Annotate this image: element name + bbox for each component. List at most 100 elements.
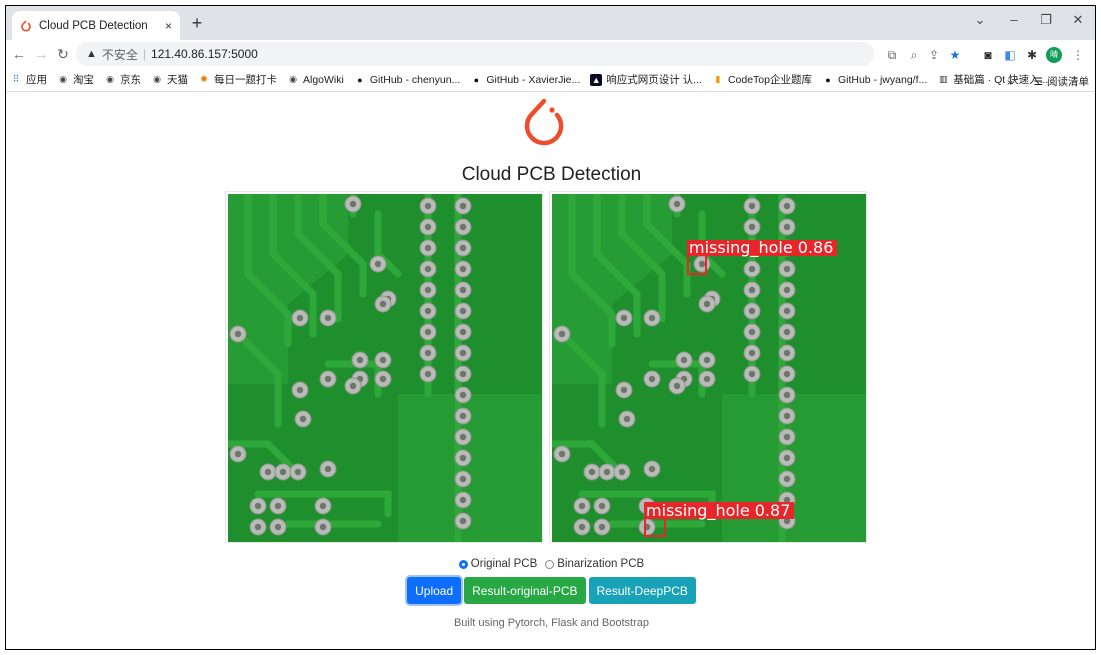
pcb-drill-hole xyxy=(588,468,596,476)
reading-list-icon[interactable]: ☰ xyxy=(1034,76,1043,88)
address-bar[interactable]: ▲ 不安全 | 121.40.86.157:5000 xyxy=(76,42,874,66)
bookmark-item[interactable]: ● GitHub - chenyun... xyxy=(354,74,460,86)
address-separator: | xyxy=(142,47,147,61)
bookmark-item[interactable]: ▮ CodeTop企业题库 xyxy=(712,72,812,87)
new-tab-button[interactable]: + xyxy=(186,13,208,35)
translate-extension-icon[interactable]: ◧ xyxy=(1002,47,1018,63)
pcb-drill-hole xyxy=(424,223,432,231)
web-page: Cloud PCB Detection missing_hole 0.86 mis… xyxy=(6,93,1095,649)
window-close-icon[interactable]: ✕ xyxy=(1066,12,1090,28)
pcb-drill-hole xyxy=(620,386,628,394)
pcb-drill-hole xyxy=(703,300,711,308)
radio-binarization-pcb[interactable]: Binarization PCB xyxy=(545,558,644,570)
bookmarks-bar: ⠿ 应用 ◉ 淘宝 ◉ 京东 ◉ 天猫 ✺ 每日一题打卡 ◉ AlgoWiki ● GitHub - ch… xyxy=(6,68,1095,92)
book-icon: ▥ xyxy=(938,74,948,84)
bookmark-item[interactable]: ◉ 淘宝 xyxy=(57,72,94,87)
github-icon: ● xyxy=(357,74,363,85)
pcb-drill-hole xyxy=(356,356,364,364)
pcb-drill-hole xyxy=(379,300,387,308)
bookmark-item[interactable]: ◉ AlgoWiki xyxy=(287,74,344,86)
bookmark-item[interactable]: ◉ 京东 xyxy=(104,72,141,87)
bookmark-item[interactable]: ◉ 天猫 xyxy=(151,72,188,87)
pcb-drill-hole xyxy=(783,223,791,231)
pcb-drill-hole xyxy=(254,502,262,510)
radio-original-indicator[interactable] xyxy=(458,559,468,569)
pcb-drill-hole xyxy=(783,433,791,441)
pcb-drill-hole xyxy=(783,454,791,462)
detection-label: missing_hole 0.87 xyxy=(646,501,790,521)
radio-binarization-indicator[interactable] xyxy=(545,559,555,569)
result-original-pcb-button[interactable]: Result-original-PCB xyxy=(464,577,586,604)
bookmark-label: 天猫 xyxy=(167,74,188,86)
pcb-drill-hole xyxy=(558,330,566,338)
upload-button[interactable]: Upload xyxy=(407,577,462,604)
pcb-drill-hole xyxy=(324,375,332,383)
translate-icon[interactable]: ⧉ xyxy=(884,47,900,63)
pcb-drill-hole xyxy=(783,370,791,378)
pcb-drill-hole xyxy=(459,391,467,399)
bookmark-item[interactable]: ● GitHub - XavierJie... xyxy=(470,74,581,86)
restore-icon[interactable]: ❐ xyxy=(1034,12,1058,28)
pcb-drill-hole xyxy=(703,356,711,364)
pcb-drill-hole xyxy=(680,356,688,364)
menu-kebab-icon[interactable]: ⋮ xyxy=(1070,47,1086,63)
bookmarks-overflow: » | ☰ 阅读清单 xyxy=(1007,74,1089,89)
pcb-drill-hole xyxy=(459,475,467,483)
share-icon[interactable]: ⇪ xyxy=(926,47,942,63)
bookmark-label: AlgoWiki xyxy=(303,73,344,86)
pcb-drill-hole xyxy=(783,307,791,315)
forward-icon[interactable]: → xyxy=(32,46,50,62)
bookmark-item[interactable]: ▲ 响应式网页设计 认... xyxy=(590,72,702,87)
profile-avatar[interactable]: 晴 xyxy=(1046,47,1062,63)
pcb-drill-hole xyxy=(459,286,467,294)
pytorch-favicon-icon xyxy=(21,19,31,31)
pcb-drill-hole xyxy=(558,450,566,458)
pcb-drill-hole xyxy=(748,286,756,294)
globe-icon: ◉ xyxy=(106,74,114,84)
bookmark-label: 应用 xyxy=(26,74,47,86)
pcb-drill-hole xyxy=(748,328,756,336)
mode-radio-group: Original PCB Binarization PCB xyxy=(6,558,1095,570)
tab-search-icon[interactable]: ⌄ xyxy=(968,12,992,28)
pcb-drill-hole xyxy=(424,370,432,378)
pcb-drill-hole xyxy=(324,314,332,322)
pcb-drill-hole xyxy=(673,382,681,390)
pytorch-logo-icon xyxy=(524,98,564,146)
pcb-drill-hole xyxy=(424,307,432,315)
browser-tab[interactable]: Cloud PCB Detection × xyxy=(12,11,180,40)
zoom-icon[interactable]: ⌕ xyxy=(906,47,922,63)
bookmark-item[interactable]: ● GitHub - jwyang/f... xyxy=(822,74,927,86)
bookmark-label: 响应式网页设计 认... xyxy=(606,74,702,86)
browser-window: Cloud PCB Detection × + ⌄ – ❐ ✕ ← → ↻ ▲ … xyxy=(5,5,1096,650)
reload-icon[interactable]: ↻ xyxy=(54,46,72,63)
bookmark-item[interactable]: ✺ 每日一题打卡 xyxy=(198,72,277,87)
pcb-drill-hole xyxy=(459,244,467,252)
pcb-drill-hole xyxy=(578,502,586,510)
pcb-drill-hole xyxy=(748,265,756,273)
pcb-drill-hole xyxy=(459,517,467,525)
globe-icon: ◉ xyxy=(59,74,67,84)
pcb-drill-hole xyxy=(648,314,656,322)
pcb-board-right: missing_hole 0.86 missing_hole 0.87 xyxy=(552,194,866,542)
bookmark-label: 淘宝 xyxy=(73,74,94,86)
globe-icon: ◉ xyxy=(153,74,161,84)
extensions-puzzle-icon[interactable]: ✱ xyxy=(1024,47,1040,63)
tab-close-icon[interactable]: × xyxy=(165,19,172,33)
back-icon[interactable]: ← xyxy=(10,46,28,62)
result-deeppcb-button[interactable]: Result-DeepPCB xyxy=(588,577,696,604)
bookmark-item[interactable]: ⠿ 应用 xyxy=(10,72,47,87)
pcb-drill-hole xyxy=(703,375,711,383)
pcb-drill-hole xyxy=(459,328,467,336)
pcb-drill-hole xyxy=(279,468,287,476)
pcb-drill-hole xyxy=(459,265,467,273)
github-icon: ● xyxy=(473,74,480,85)
action-buttons: Upload Result-original-PCB Result-DeepPC… xyxy=(6,577,1095,604)
minimize-icon[interactable]: – xyxy=(1002,12,1026,27)
reading-list-label[interactable]: 阅读清单 xyxy=(1047,74,1089,89)
extension-ghost-icon[interactable]: ◙ xyxy=(980,47,996,63)
radio-original-pcb[interactable]: Original PCB xyxy=(458,558,537,570)
bookmarks-more-icon[interactable]: » xyxy=(1007,76,1013,88)
apps-grid-icon: ⠿ xyxy=(12,74,20,84)
bookmark-label: 京东 xyxy=(120,74,141,86)
bookmark-star-icon[interactable]: ★ xyxy=(947,47,963,63)
